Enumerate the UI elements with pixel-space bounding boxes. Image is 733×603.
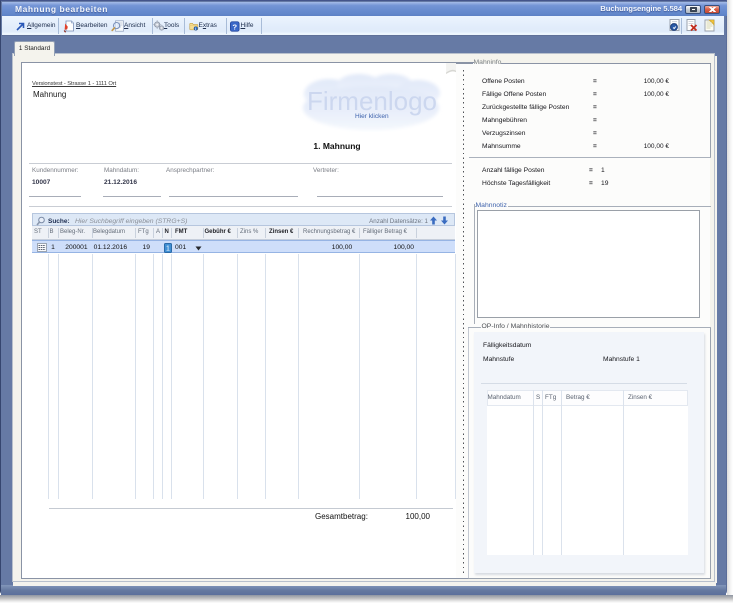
svg-text:1: 1 — [166, 245, 170, 252]
svg-text:?: ? — [232, 22, 237, 31]
svg-text:i: i — [195, 27, 196, 31]
svg-text:Firmenlogo: Firmenlogo — [307, 86, 437, 116]
